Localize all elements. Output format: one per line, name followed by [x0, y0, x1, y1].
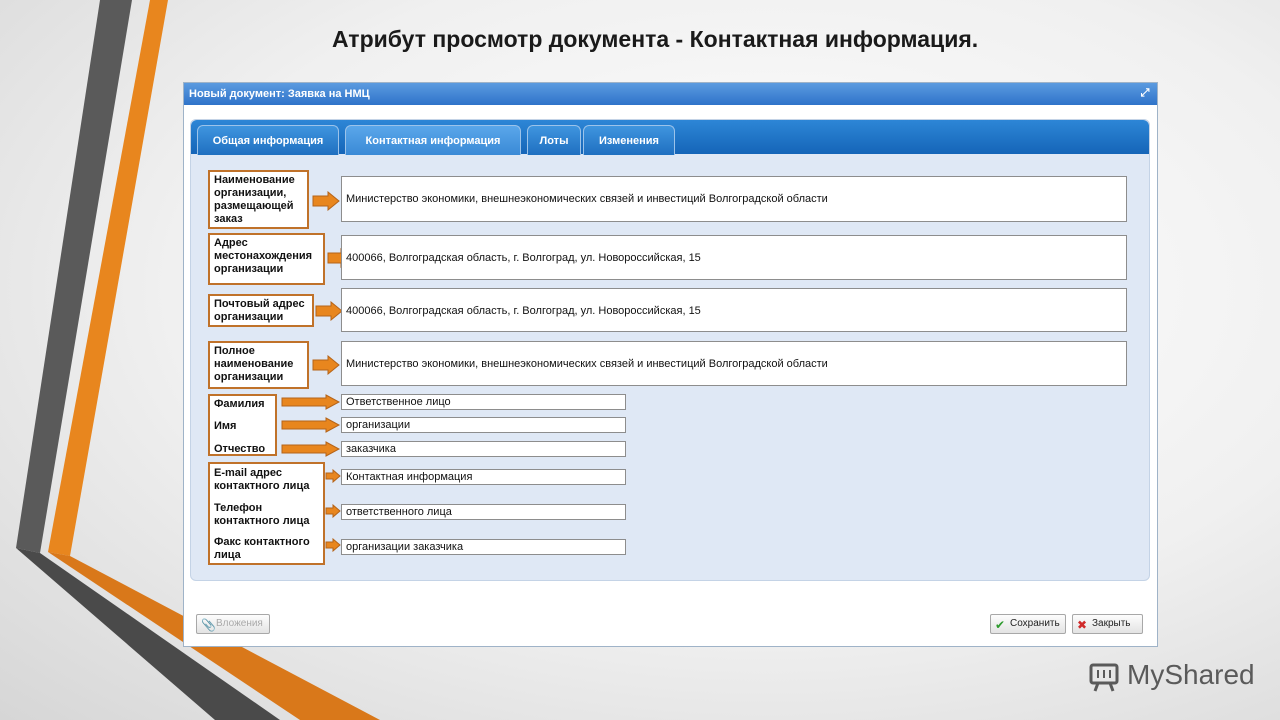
- myshared-logo-icon: [1089, 663, 1119, 692]
- field-org-location-address[interactable]: 400066, Волгоградская область, г. Волгог…: [341, 235, 1127, 280]
- arrow-icon: [315, 301, 343, 321]
- save-label: Сохранить: [1010, 618, 1060, 629]
- attachments-label: Вложения: [216, 618, 263, 629]
- tab-changes[interactable]: Изменения: [583, 125, 675, 155]
- arrow-icon: [325, 538, 341, 552]
- arrow-icon: [281, 441, 341, 457]
- close-button[interactable]: ✖ Закрыть: [1072, 614, 1143, 634]
- arrow-icon: [281, 394, 341, 410]
- tab-strip: Общая информация Контактная информация Л…: [191, 120, 1149, 155]
- field-org-postal-address[interactable]: 400066, Волгоградская область, г. Волгог…: [341, 288, 1127, 332]
- arrow-icon: [312, 355, 340, 375]
- label-org-full-name: Полное наименование организации: [208, 341, 309, 389]
- field-patronymic[interactable]: заказчика: [341, 441, 626, 457]
- label-org-location-address: Адрес местонахождения организации: [208, 233, 325, 285]
- tab-lots[interactable]: Лоты: [527, 125, 581, 155]
- arrow-icon: [325, 504, 341, 518]
- x-icon: ✖: [1077, 618, 1088, 632]
- field-first-name[interactable]: организации: [341, 417, 626, 433]
- watermark-text: MyShared: [1127, 659, 1255, 690]
- label-contact-email: E-mail адрес контактного лица: [214, 467, 310, 492]
- save-button[interactable]: ✔ Сохранить: [990, 614, 1066, 634]
- field-org-placing-order[interactable]: Министерство экономики, внешнеэкономичес…: [341, 176, 1127, 222]
- maximize-icon[interactable]: ⤢: [1139, 87, 1151, 99]
- label-patronymic: Отчество: [214, 443, 266, 455]
- label-org-placing-order: Наименование организации, размещающей за…: [208, 170, 309, 229]
- field-org-full-name[interactable]: Министерство экономики, внешнеэкономичес…: [341, 341, 1127, 386]
- field-contact-phone[interactable]: ответственного лица: [341, 504, 626, 520]
- myshared-watermark: MyShared: [1087, 655, 1267, 695]
- label-org-postal-address: Почтовый адрес организации: [208, 294, 314, 327]
- attachments-button[interactable]: 📎 Вложения: [196, 614, 270, 634]
- field-last-name[interactable]: Ответственное лицо: [341, 394, 626, 410]
- arrow-icon: [312, 191, 340, 211]
- field-contact-fax[interactable]: организации заказчика: [341, 539, 626, 555]
- label-contact-fax: Факс контактного лица: [214, 536, 310, 561]
- label-last-name: Фамилия: [214, 398, 265, 410]
- label-contact-phone: Телефон контактного лица: [214, 502, 310, 527]
- window-titlebar: Новый документ: Заявка на НМЦ ⤢: [184, 83, 1157, 105]
- arrow-icon: [281, 417, 341, 433]
- paperclip-icon: 📎: [201, 618, 216, 632]
- tab-contact-info[interactable]: Контактная информация: [345, 125, 521, 155]
- field-contact-email[interactable]: Контактная информация: [341, 469, 626, 485]
- window-title: Новый документ: Заявка на НМЦ: [189, 88, 370, 100]
- close-label: Закрыть: [1092, 618, 1131, 629]
- slide-title: Атрибут просмотр документа - Контактная …: [332, 26, 979, 52]
- checkmark-icon: ✔: [995, 618, 1006, 632]
- arrow-icon: [325, 469, 341, 483]
- tab-general-info[interactable]: Общая информация: [197, 125, 339, 155]
- label-group-contact: E-mail адрес контактного лица Телефон ко…: [208, 462, 325, 565]
- label-first-name: Имя: [214, 420, 237, 432]
- label-group-person: Фамилия Имя Отчество: [208, 394, 277, 456]
- document-window: Новый документ: Заявка на НМЦ ⤢ Общая ин…: [183, 82, 1158, 647]
